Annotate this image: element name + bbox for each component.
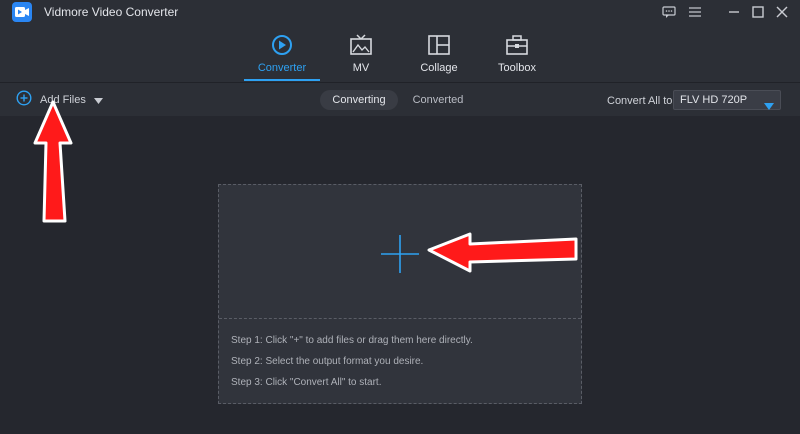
annotation-arrow-up <box>33 100 73 223</box>
annotation-arrows <box>33 100 578 273</box>
annotation-arrow-left <box>427 232 578 273</box>
